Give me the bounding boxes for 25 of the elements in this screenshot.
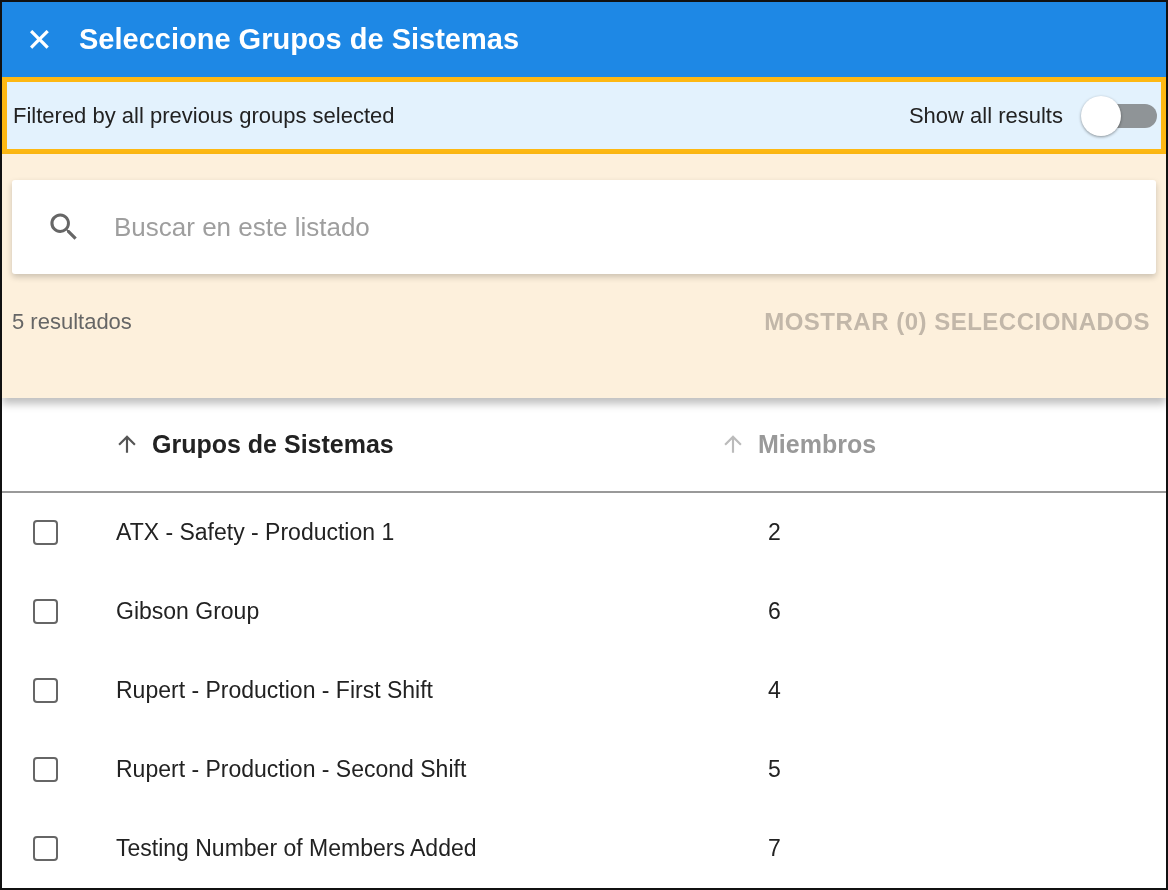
- row-checkbox[interactable]: [33, 598, 58, 624]
- members-cell: 7: [768, 834, 781, 862]
- filter-message: Filtered by all previous groups selected: [13, 102, 395, 129]
- members-cell: 5: [768, 755, 781, 783]
- group-name-cell-text: Rupert - Production - Second Shift: [116, 755, 468, 783]
- group-name-cell-text: Rupert - Production - First Shift: [116, 676, 434, 704]
- members-cell: 4: [768, 676, 781, 704]
- search-bar[interactable]: Buscar en este listado: [12, 180, 1156, 275]
- dialog-title: Seleccione Grupos de Sistemas: [79, 23, 519, 57]
- group-name-cell-text: Gibson Group: [116, 597, 261, 625]
- group-name-cell-text: Testing Number of Members Added: [116, 834, 478, 862]
- column-header[interactable]: Grupos de Sistemas: [114, 429, 720, 459]
- group-name-cell-text: ATX - Safety - Production 1: [116, 518, 396, 546]
- members-cell: 6: [768, 597, 781, 625]
- show-all-toggle[interactable]: [1081, 95, 1157, 136]
- column-header[interactable]: Miembros: [720, 429, 877, 459]
- members-cell: 2: [768, 518, 781, 546]
- close-button[interactable]: ✕: [26, 23, 53, 56]
- search-field[interactable]: Buscar en este listado: [112, 210, 1156, 244]
- results-count: 5 resultados: [12, 309, 132, 336]
- row-checkbox[interactable]: [33, 519, 58, 545]
- row-checkbox[interactable]: [33, 835, 58, 861]
- row-checkbox[interactable]: [33, 677, 58, 703]
- toggle-label: Show all results: [908, 102, 1063, 129]
- row-checkbox[interactable]: [33, 756, 58, 782]
